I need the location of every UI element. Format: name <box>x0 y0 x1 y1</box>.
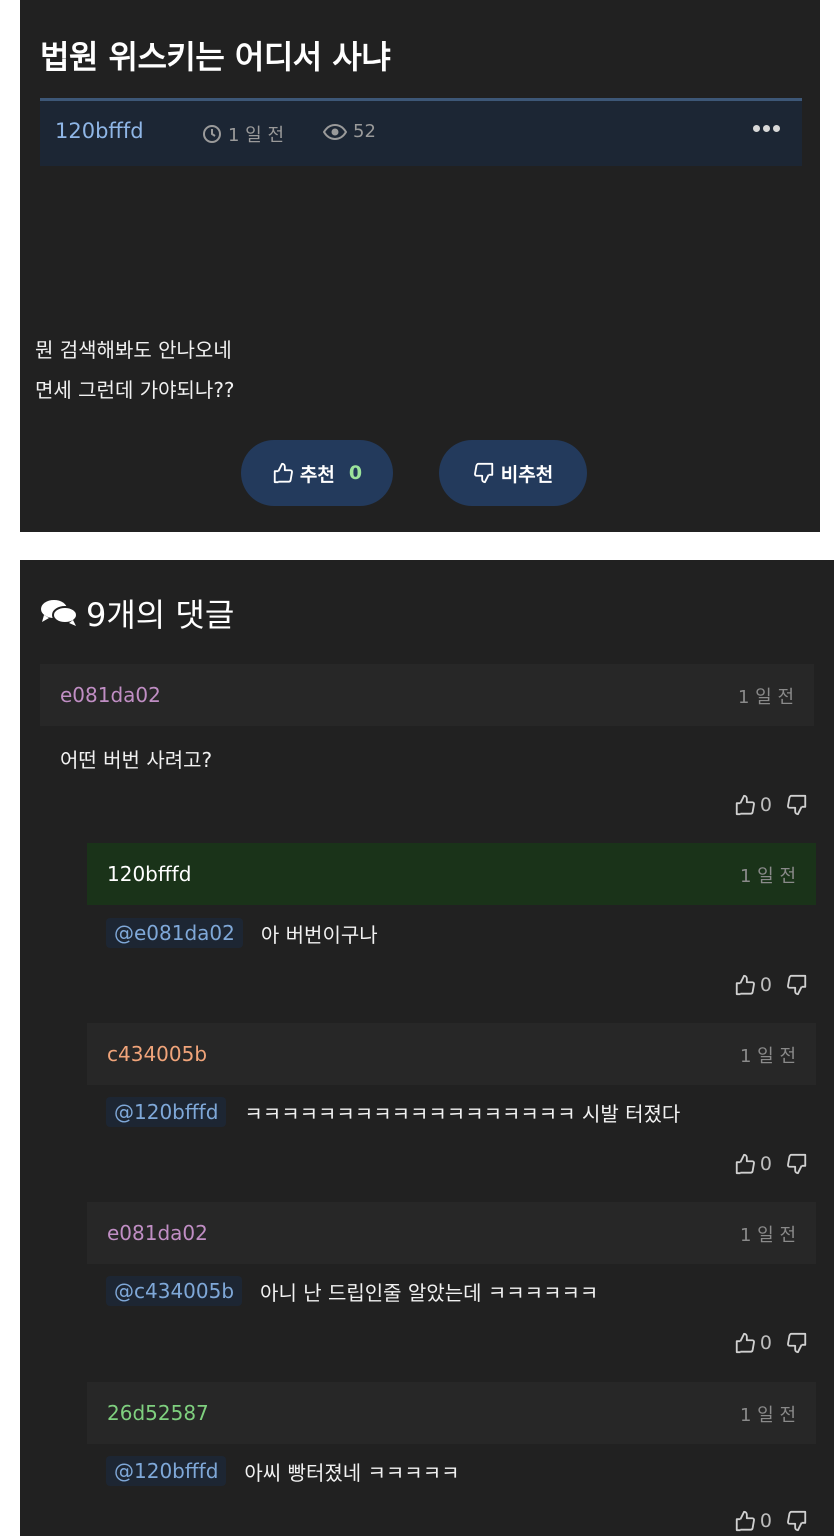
post-meta-bar: 120bfffd 1 일 전 52 <box>40 98 802 166</box>
thumbs-up-icon <box>734 974 756 996</box>
comment-mention[interactable]: @120bfffd <box>106 1097 227 1127</box>
comment-author[interactable]: c434005b <box>107 1042 207 1066</box>
comment-upvote-button[interactable]: 0 <box>734 1510 772 1532</box>
comment-header: e081da02 1 일 전 <box>87 1202 816 1264</box>
post-body-line: 뭔 검색해봐도 안나오네 <box>35 338 232 362</box>
thumbs-down-icon <box>473 462 495 484</box>
thumbs-up-icon <box>734 1510 756 1532</box>
post-time: 1 일 전 <box>202 121 284 147</box>
comment-votes: 0 <box>734 1332 808 1354</box>
comment-upvote-count: 0 <box>759 794 772 816</box>
comment-author[interactable]: e081da02 <box>60 683 161 707</box>
thumbs-up-icon <box>734 1153 756 1175</box>
comment-header: 26d52587 1 일 전 <box>87 1382 816 1444</box>
comment-upvote-count: 0 <box>759 974 772 996</box>
post-views: 52 <box>323 121 376 142</box>
comment-author[interactable]: 26d52587 <box>107 1401 209 1425</box>
comment-body: @120bfffd ㅋㅋㅋㅋㅋㅋㅋㅋㅋㅋㅋㅋㅋㅋㅋㅋㅋㅋ 시발 터졌다 <box>106 1097 680 1127</box>
comment-header: c434005b 1 일 전 <box>87 1023 816 1085</box>
comment-time: 1 일 전 <box>739 866 796 887</box>
comment-votes: 0 <box>734 1153 808 1175</box>
comment-body: @120bfffd 아씨 빵터졌네 ㅋㅋㅋㅋㅋ <box>106 1456 460 1486</box>
comments-section: 9개의 댓글 e081da02 1 일 전 어떤 버번 사려고? 0 120bf… <box>20 560 834 1536</box>
comment-upvote-count: 0 <box>759 1510 772 1532</box>
thumbs-down-icon[interactable] <box>786 974 808 996</box>
comment-upvote-count: 0 <box>759 1332 772 1354</box>
comments-header: 9개의 댓글 <box>40 590 234 636</box>
upvote-button[interactable]: 추천 0 <box>241 440 393 506</box>
upvote-count: 0 <box>348 462 363 484</box>
thumbs-down-icon[interactable] <box>786 1153 808 1175</box>
more-dots-icon[interactable] <box>753 125 780 132</box>
comment-votes: 0 <box>734 974 808 996</box>
comment-time: 1 일 전 <box>737 687 794 708</box>
comment-text: 아 버번이구나 <box>260 922 378 947</box>
comment-upvote-button[interactable]: 0 <box>734 1153 772 1175</box>
thumbs-down-icon[interactable] <box>786 1332 808 1354</box>
thumbs-up-icon <box>734 1332 756 1354</box>
upvote-label: 추천 <box>299 463 335 486</box>
comment-mention[interactable]: @e081da02 <box>106 918 243 948</box>
comment-upvote-count: 0 <box>759 1153 772 1175</box>
post-title: 법원 위스키는 어디서 사냐 <box>40 38 391 76</box>
downvote-button[interactable]: 비추천 <box>439 440 587 506</box>
comment-text: 아니 난 드립인줄 알았는데 ㅋㅋㅋㅋㅋㅋ <box>260 1280 599 1305</box>
eye-icon <box>323 123 347 140</box>
comment-time: 1 일 전 <box>739 1046 796 1067</box>
comment-mention[interactable]: @120bfffd <box>106 1456 227 1486</box>
post-author[interactable]: 120bfffd <box>55 119 144 143</box>
comment-votes: 0 <box>734 794 808 816</box>
comment-mention[interactable]: @c434005b <box>106 1276 243 1306</box>
post-views-count: 52 <box>353 121 376 142</box>
thumbs-down-icon[interactable] <box>786 794 808 816</box>
clock-icon <box>202 124 222 144</box>
comment-body: @e081da02 아 버번이구나 <box>106 918 378 948</box>
comment-upvote-button[interactable]: 0 <box>734 794 772 816</box>
comment-header: e081da02 1 일 전 <box>40 664 814 726</box>
downvote-label: 비추천 <box>500 463 554 486</box>
comment-votes: 0 <box>734 1510 808 1532</box>
comment-upvote-button[interactable]: 0 <box>734 974 772 996</box>
comment-time: 1 일 전 <box>739 1225 796 1246</box>
comments-icon <box>40 598 78 628</box>
thumbs-up-icon <box>272 462 294 484</box>
comment-body: 어떤 버번 사려고? <box>60 744 212 773</box>
post-body-line: 면세 그런데 가야되나?? <box>35 378 235 402</box>
comment-text: 아씨 빵터졌네 ㅋㅋㅋㅋㅋ <box>244 1460 460 1485</box>
post-time-text: 1 일 전 <box>228 125 285 146</box>
thumbs-down-icon[interactable] <box>786 1510 808 1532</box>
post-card: 법원 위스키는 어디서 사냐 120bfffd 1 일 전 52 뭔 검색해봐도… <box>20 0 820 532</box>
comment-time: 1 일 전 <box>739 1405 796 1426</box>
thumbs-up-icon <box>734 794 756 816</box>
comment-header-op: 120bfffd 1 일 전 <box>87 843 816 905</box>
comment-author[interactable]: 120bfffd <box>107 862 191 886</box>
comment-author[interactable]: e081da02 <box>107 1221 208 1245</box>
comment-body: @c434005b 아니 난 드립인줄 알았는데 ㅋㅋㅋㅋㅋㅋ <box>106 1276 598 1306</box>
comments-count-text: 9개의 댓글 <box>86 596 235 634</box>
comment-upvote-button[interactable]: 0 <box>734 1332 772 1354</box>
comment-text: 어떤 버번 사려고? <box>60 748 213 772</box>
comment-text: ㅋㅋㅋㅋㅋㅋㅋㅋㅋㅋㅋㅋㅋㅋㅋㅋㅋㅋ 시발 터졌다 <box>244 1101 681 1126</box>
post-body: 뭔 검색해봐도 안나오네 면세 그런데 가야되나?? <box>35 330 235 410</box>
